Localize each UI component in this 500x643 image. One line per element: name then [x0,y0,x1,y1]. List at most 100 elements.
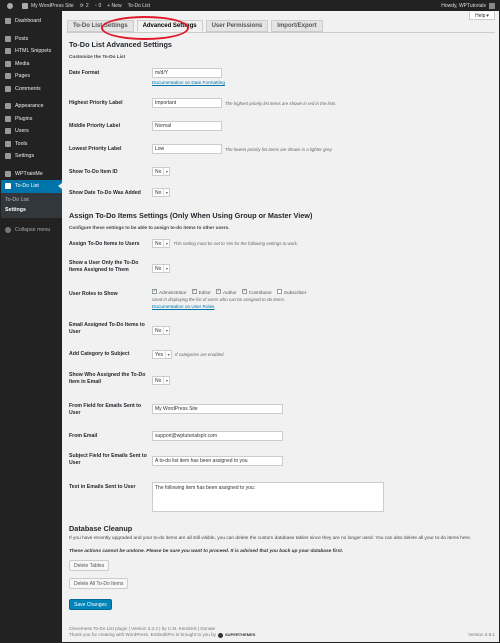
sidebar-item-media[interactable]: Media [1,58,62,71]
code-icon [5,48,11,55]
subject-field-label: Subject Field for Emails Sent to User [69,453,147,466]
sidebar-item-comments[interactable]: Comments [1,83,62,96]
dashboard-icon [5,18,11,25]
chevron-down-icon: ▾ [486,12,489,19]
section-title-advanced: To-Do List Advanced Settings [69,40,172,49]
show-who-assigned-select[interactable]: No ▾ [152,376,171,385]
show-item-id-label: Show To-Do Item ID [69,169,118,175]
howdy-user-link[interactable]: Howdy, WPTutorials [441,3,486,9]
comments-link[interactable]: ▫ 0 [95,3,102,9]
sidebar-item-posts[interactable]: Posts [1,33,62,46]
email-text-textarea[interactable]: The following item has been assigned to … [152,482,384,512]
chevron-down-icon: ▾ [165,351,171,358]
help-tab[interactable]: Help ▾ [469,12,495,20]
sidebar-item-appearance[interactable]: Appearance [1,100,62,113]
date-format-input[interactable]: m/d/Y [152,68,222,78]
checkbox-contributor[interactable] [241,288,247,294]
assign-items-label: Assign To-Do Items to Users [69,241,140,247]
email-assigned-label: Email Assigned To-Do Items to User [69,322,145,335]
lowest-priority-input[interactable]: Low [152,144,222,154]
submenu-item-settings[interactable]: Settings [1,205,62,215]
email-assigned-select[interactable]: No ▾ [152,326,171,335]
date-format-label: Date Format [69,70,100,76]
show-who-assigned-label: Show Who Assigned the To-Do Item in Emai… [69,372,146,385]
from-email-input[interactable]: support@wptutorialspIr.com [152,431,283,441]
highest-priority-input[interactable]: Important [152,98,222,108]
supertheme-brand: SUPERTHEMES [224,632,256,637]
section-subtitle-assign: Configure these settings to be able to a… [69,225,230,230]
middle-priority-input[interactable]: Normal [152,121,222,131]
new-content-link[interactable]: + New [107,3,121,9]
sidebar-item-plugins[interactable]: Plugins [1,113,62,126]
show-date-added-select[interactable]: No ▾ [152,188,171,197]
tab-advanced-settings[interactable]: Advanced Settings [136,20,203,32]
show-date-added-label: Show Date To-Do Was Added [69,190,141,196]
settings-tabs: To-Do List Settings Advanced Settings Us… [67,20,326,32]
tab-todo-list-settings[interactable]: To-Do List Settings [67,20,134,32]
role-author[interactable]: Author [215,288,237,295]
sidebar-item-wptrainme[interactable]: WPTrainMe [1,168,62,181]
from-field-label: From Field for Emails Sent to User [69,403,142,416]
checkbox-editor[interactable] [191,288,197,294]
media-icon [5,60,11,67]
admin-bar: My WordPress Site ⟳ 2 ▫ 0 + New To-Do List… [1,1,499,11]
admin-sidebar: Dashboard Posts HTML Snippets Media Page… [1,11,62,642]
subject-field-input[interactable]: A to-do list item has been assigned to y… [152,456,283,466]
role-administrator[interactable]: Administrator [152,288,187,295]
from-field-input[interactable]: My WordPress Site [152,404,283,414]
checkbox-subscriber[interactable] [276,289,282,294]
sidebar-item-pages[interactable]: Pages [1,70,62,83]
supertheme-logo-icon [217,632,223,638]
sidebar-item-users[interactable]: Users [1,125,62,138]
plugin-icon [5,115,11,122]
role-subscriber[interactable]: Subscriber [276,289,306,295]
delete-all-items-button[interactable]: Delete All To-Do Items [69,578,129,589]
wordpress-logo-menu[interactable] [7,3,16,9]
tab-user-permissions[interactable]: User Permissions [205,20,269,32]
show-only-assigned-label: Show a User Only the To-Do Items Assigne… [69,260,139,273]
chevron-down-icon: ▾ [163,377,169,384]
chevron-down-icon: ▾ [163,265,169,272]
save-changes-button[interactable]: Save Changes [69,599,112,610]
section-title-database: Database Cleanup [69,524,133,533]
show-item-id-select[interactable]: No ▾ [152,167,171,176]
wordpress-thanks: Thank you for creating with WordPress. E… [69,632,216,637]
highest-priority-desc: The highest priority list items are show… [225,100,337,106]
checkbox-author[interactable] [215,288,221,294]
lowest-priority-label: Lowest Priority Label [69,146,122,152]
sidebar-item-html-snippets[interactable]: HTML Snippets [1,45,62,58]
site-name-link[interactable]: My WordPress Site [22,3,74,9]
todo-submenu: To-Do List Settings [1,192,62,218]
show-only-assigned-select[interactable]: No ▾ [152,264,171,273]
section-subtitle-advanced: Customize the To-Do List [69,54,126,59]
user-roles-doc-link[interactable]: Documentation on User Roles [152,304,215,309]
wrench-icon [5,140,11,147]
tab-import-export[interactable]: Import/Export [271,20,323,32]
wptrainme-icon [5,170,11,177]
tab-divider [67,32,495,33]
home-icon [22,3,28,9]
comment-bubble-icon: ▫ [94,3,97,9]
wordpress-version: Version 3.9.1 [468,632,495,637]
date-formatting-doc-link[interactable]: Documentation on Date Formatting [152,80,225,85]
delete-tables-button[interactable]: Delete Tables [69,560,110,571]
role-contributor[interactable]: Contributor [241,288,272,295]
collapse-menu-button[interactable]: Collapse menu [1,224,62,237]
add-category-desc: If categories are enabled. [175,352,225,357]
add-category-label: Add Category to Subject [69,351,130,357]
assign-items-select[interactable]: No ▾ [152,239,171,248]
sidebar-item-dashboard[interactable]: Dashboard [1,15,62,28]
updates-link[interactable]: ⟳ 2 [80,3,89,9]
add-category-select[interactable]: Yes ▾ [152,350,173,359]
submenu-item-todo-list[interactable]: To-Do List [1,195,62,205]
role-editor[interactable]: Editor [191,288,211,295]
sidebar-item-todo-list[interactable]: To-Do List [1,180,62,193]
footer: Cleverness To-Do List plugin | Version 3… [69,626,495,638]
todo-list-adminbar-link[interactable]: To-Do List [128,3,151,9]
checkbox-administrator[interactable] [152,288,157,294]
sidebar-item-tools[interactable]: Tools [1,138,62,151]
chevron-down-icon: ▾ [163,189,169,196]
avatar[interactable] [489,3,495,9]
sidebar-item-settings[interactable]: Settings [1,150,62,163]
settings-icon [5,153,11,160]
